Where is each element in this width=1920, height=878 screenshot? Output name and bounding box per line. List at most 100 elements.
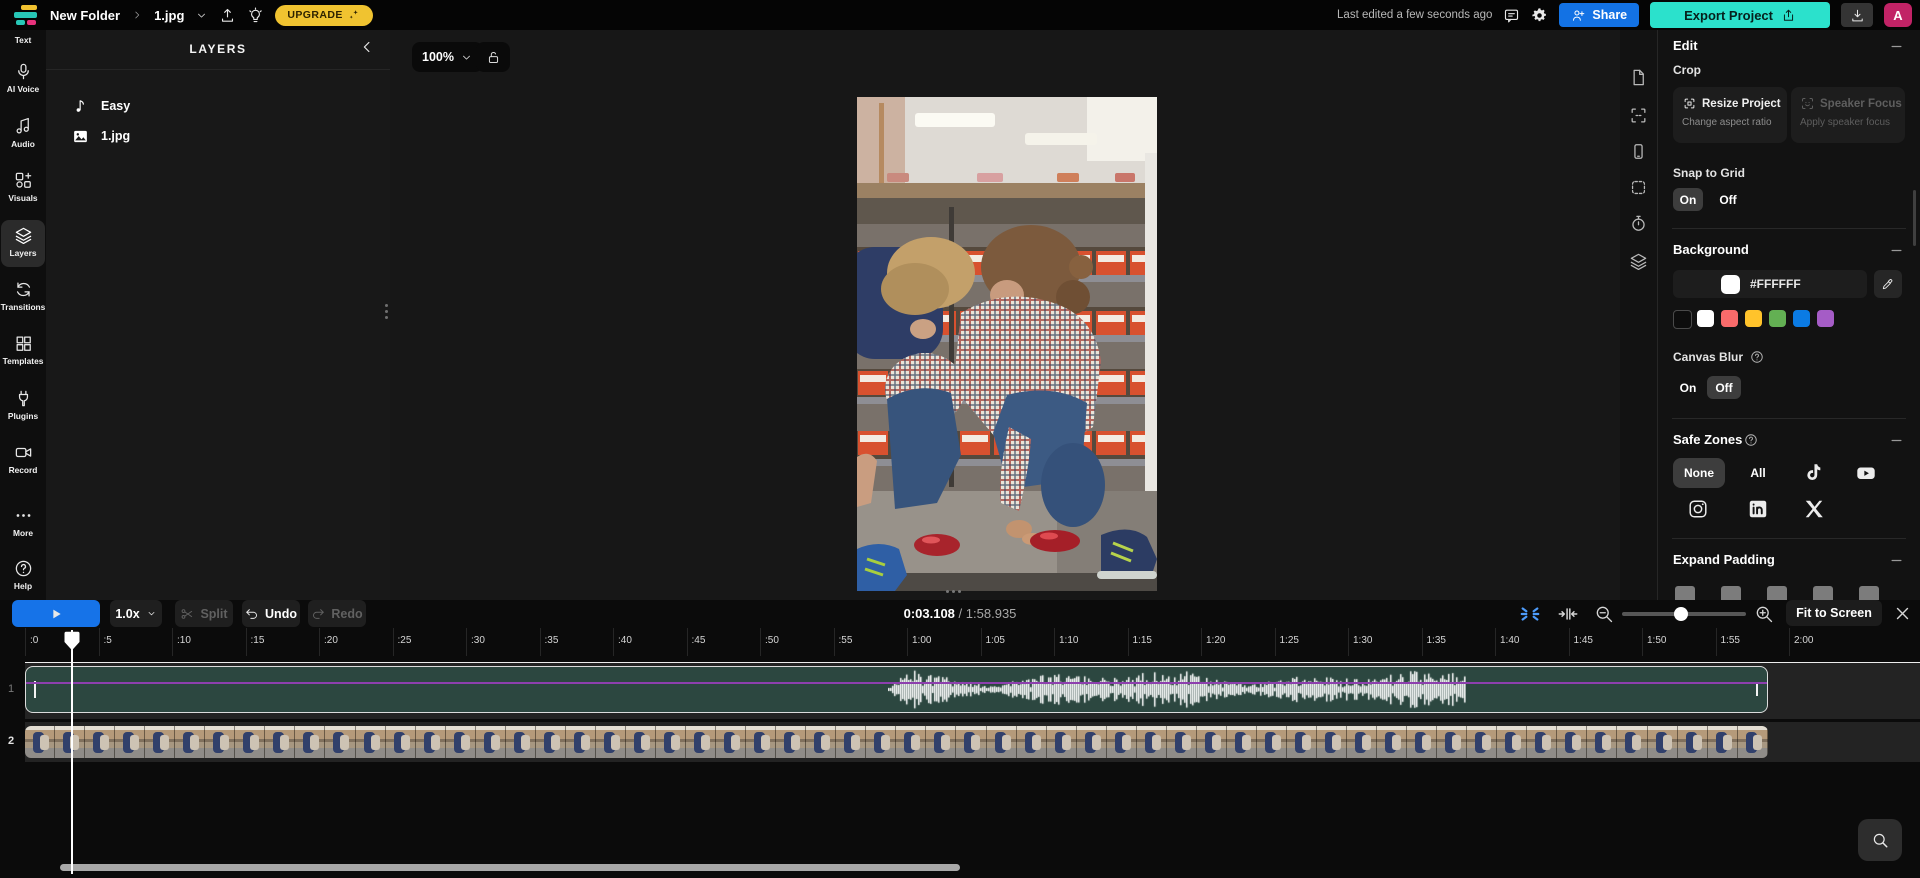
lightbulb-icon[interactable] [247,6,264,24]
playhead-handle[interactable] [64,631,80,651]
upgrade-button[interactable]: UPGRADE [275,4,373,26]
collapse-edit-icon[interactable] [1889,39,1904,54]
sidebar-item-audio[interactable]: Audio [0,117,46,149]
sidebar-item-transitions[interactable]: Transitions [0,280,46,312]
padding-preset-icon[interactable] [1859,586,1879,600]
blur-off-button[interactable]: Off [1707,376,1741,399]
color-swatch-5[interactable] [1769,310,1786,327]
timeline-ruler[interactable]: :0:5:10:15:20:25:30:35:40:45:50:55 1:00 1:… [0,628,1920,658]
blur-on-button[interactable]: On [1673,376,1703,399]
share-button[interactable]: Share [1559,3,1640,27]
safe-zone-tiktok-icon[interactable] [1802,462,1824,484]
timeline-snap-icon[interactable] [1518,603,1542,625]
canvas-zoom-control[interactable]: 100% [412,42,483,72]
last-edited-status: Last edited a few seconds ago [1337,9,1493,21]
padding-preset-icon[interactable] [1813,586,1833,600]
canvas-image[interactable] [857,97,1157,591]
color-swatch-3[interactable] [1721,310,1738,327]
canvas-blur-help-icon[interactable] [1750,350,1764,364]
safe-zones-help-icon[interactable] [1744,433,1758,447]
timeline-horizontal-scrollbar[interactable] [60,864,960,871]
audio-clip[interactable] [25,666,1768,713]
timer-icon[interactable] [1629,214,1648,233]
safe-zone-none-button[interactable]: None [1673,458,1725,488]
fit-to-screen-button[interactable]: Fit to Screen [1786,600,1882,626]
panel-scrollbar[interactable] [1913,190,1916,246]
sidebar-item-layers[interactable]: Layers [0,226,46,258]
file-icon[interactable] [1629,68,1648,87]
sidebar-item-help[interactable]: Help [0,559,46,591]
color-swatch-7[interactable] [1817,310,1834,327]
canvas-frame-icon[interactable] [1629,106,1648,125]
snap-off-button[interactable]: Off [1713,188,1743,211]
playhead-line[interactable] [71,630,73,874]
timeline-zoom-slider[interactable] [1622,607,1746,621]
sidebar-item-record[interactable]: Record [0,443,46,475]
padding-preset-icon[interactable] [1675,586,1695,600]
video-thumbnail [866,726,897,758]
safe-zone-instagram-icon[interactable] [1687,498,1709,520]
color-swatch-1[interactable] [1673,310,1692,329]
volume-line[interactable] [26,682,1767,684]
resize-project-button[interactable]: Resize Project Change aspect ratio [1673,87,1787,143]
safe-zone-x-icon[interactable] [1803,498,1825,520]
breadcrumb-folder[interactable]: New Folder [50,8,120,23]
expand-padding-section-title: Expand Padding [1673,552,1775,567]
video-thumbnail [1136,726,1167,758]
speaker-focus-button[interactable]: Speaker Focus Apply speaker focus [1791,87,1905,143]
sidebar-item-templates[interactable]: Templates [0,334,46,366]
video-thumbnail [25,726,56,758]
padding-preset-icon[interactable] [1721,586,1741,600]
layer-row-easy[interactable]: Easy [72,93,130,119]
ruler-label: 1:05 [985,635,1005,646]
canvas-lock-button[interactable] [476,42,510,72]
canvas-stage[interactable]: 100% [390,30,1620,600]
download-button[interactable] [1841,3,1873,27]
phone-icon[interactable] [1629,142,1648,161]
collapse-safe-zones-icon[interactable] [1889,433,1904,448]
export-project-button[interactable]: Export Project [1650,2,1830,28]
safe-zone-youtube-icon[interactable] [1855,462,1877,484]
stack-icon[interactable] [1629,252,1648,271]
zoom-in-icon[interactable] [1754,604,1774,624]
timeline-search-button[interactable] [1858,819,1902,861]
video-thumbnail [1256,726,1287,758]
collapse-gaps-icon[interactable] [1556,603,1580,625]
avatar[interactable]: A [1884,3,1912,27]
breadcrumb-file[interactable]: 1.jpg [154,8,184,23]
zoom-slider-knob[interactable] [1674,607,1688,621]
color-swatch-6[interactable] [1793,310,1810,327]
safe-zone-all-button[interactable]: All [1742,458,1774,488]
video-clip[interactable] [25,726,1768,758]
padding-preset-icon[interactable] [1767,586,1787,600]
app-logo-icon[interactable] [12,4,39,26]
collapse-panel-icon[interactable] [358,38,376,56]
timeline-resize-handle[interactable] [946,590,961,593]
border-icon[interactable] [1629,178,1648,197]
sidebar-item-label: Templates [2,356,44,366]
panel-resize-handle[interactable] [383,304,389,326]
safe-zone-linkedin-icon[interactable] [1747,498,1769,520]
upload-icon[interactable] [219,7,236,24]
gear-icon[interactable] [1531,7,1548,24]
crop-label: Crop [1673,63,1701,77]
zoom-out-icon[interactable] [1594,604,1614,624]
snap-on-button[interactable]: On [1673,188,1703,211]
comment-icon[interactable] [1503,7,1520,24]
background-color-field[interactable]: #FFFFFF [1673,270,1867,298]
sidebar-item-visuals[interactable]: Visuals [0,171,46,203]
sidebar-item-plugins[interactable]: Plugins [0,389,46,421]
color-swatch-4[interactable] [1745,310,1762,327]
close-timeline-icon[interactable] [1894,605,1911,622]
sidebar-item-more[interactable]: More [0,506,46,538]
eyedropper-button[interactable] [1874,270,1902,298]
collapse-expand-padding-icon[interactable] [1889,553,1904,568]
sidebar-item-ai-voice[interactable]: AI Voice [0,62,46,94]
layer-row-1-jpg[interactable]: 1.jpg [72,123,130,149]
collapse-background-icon[interactable] [1889,243,1904,258]
sidebar-item-text[interactable]: Text [0,32,46,45]
video-thumbnail [1046,726,1077,758]
ruler-label: :40 [618,635,632,646]
color-swatch-2[interactable] [1697,310,1714,327]
title-menu-chevron-icon[interactable] [195,9,208,22]
